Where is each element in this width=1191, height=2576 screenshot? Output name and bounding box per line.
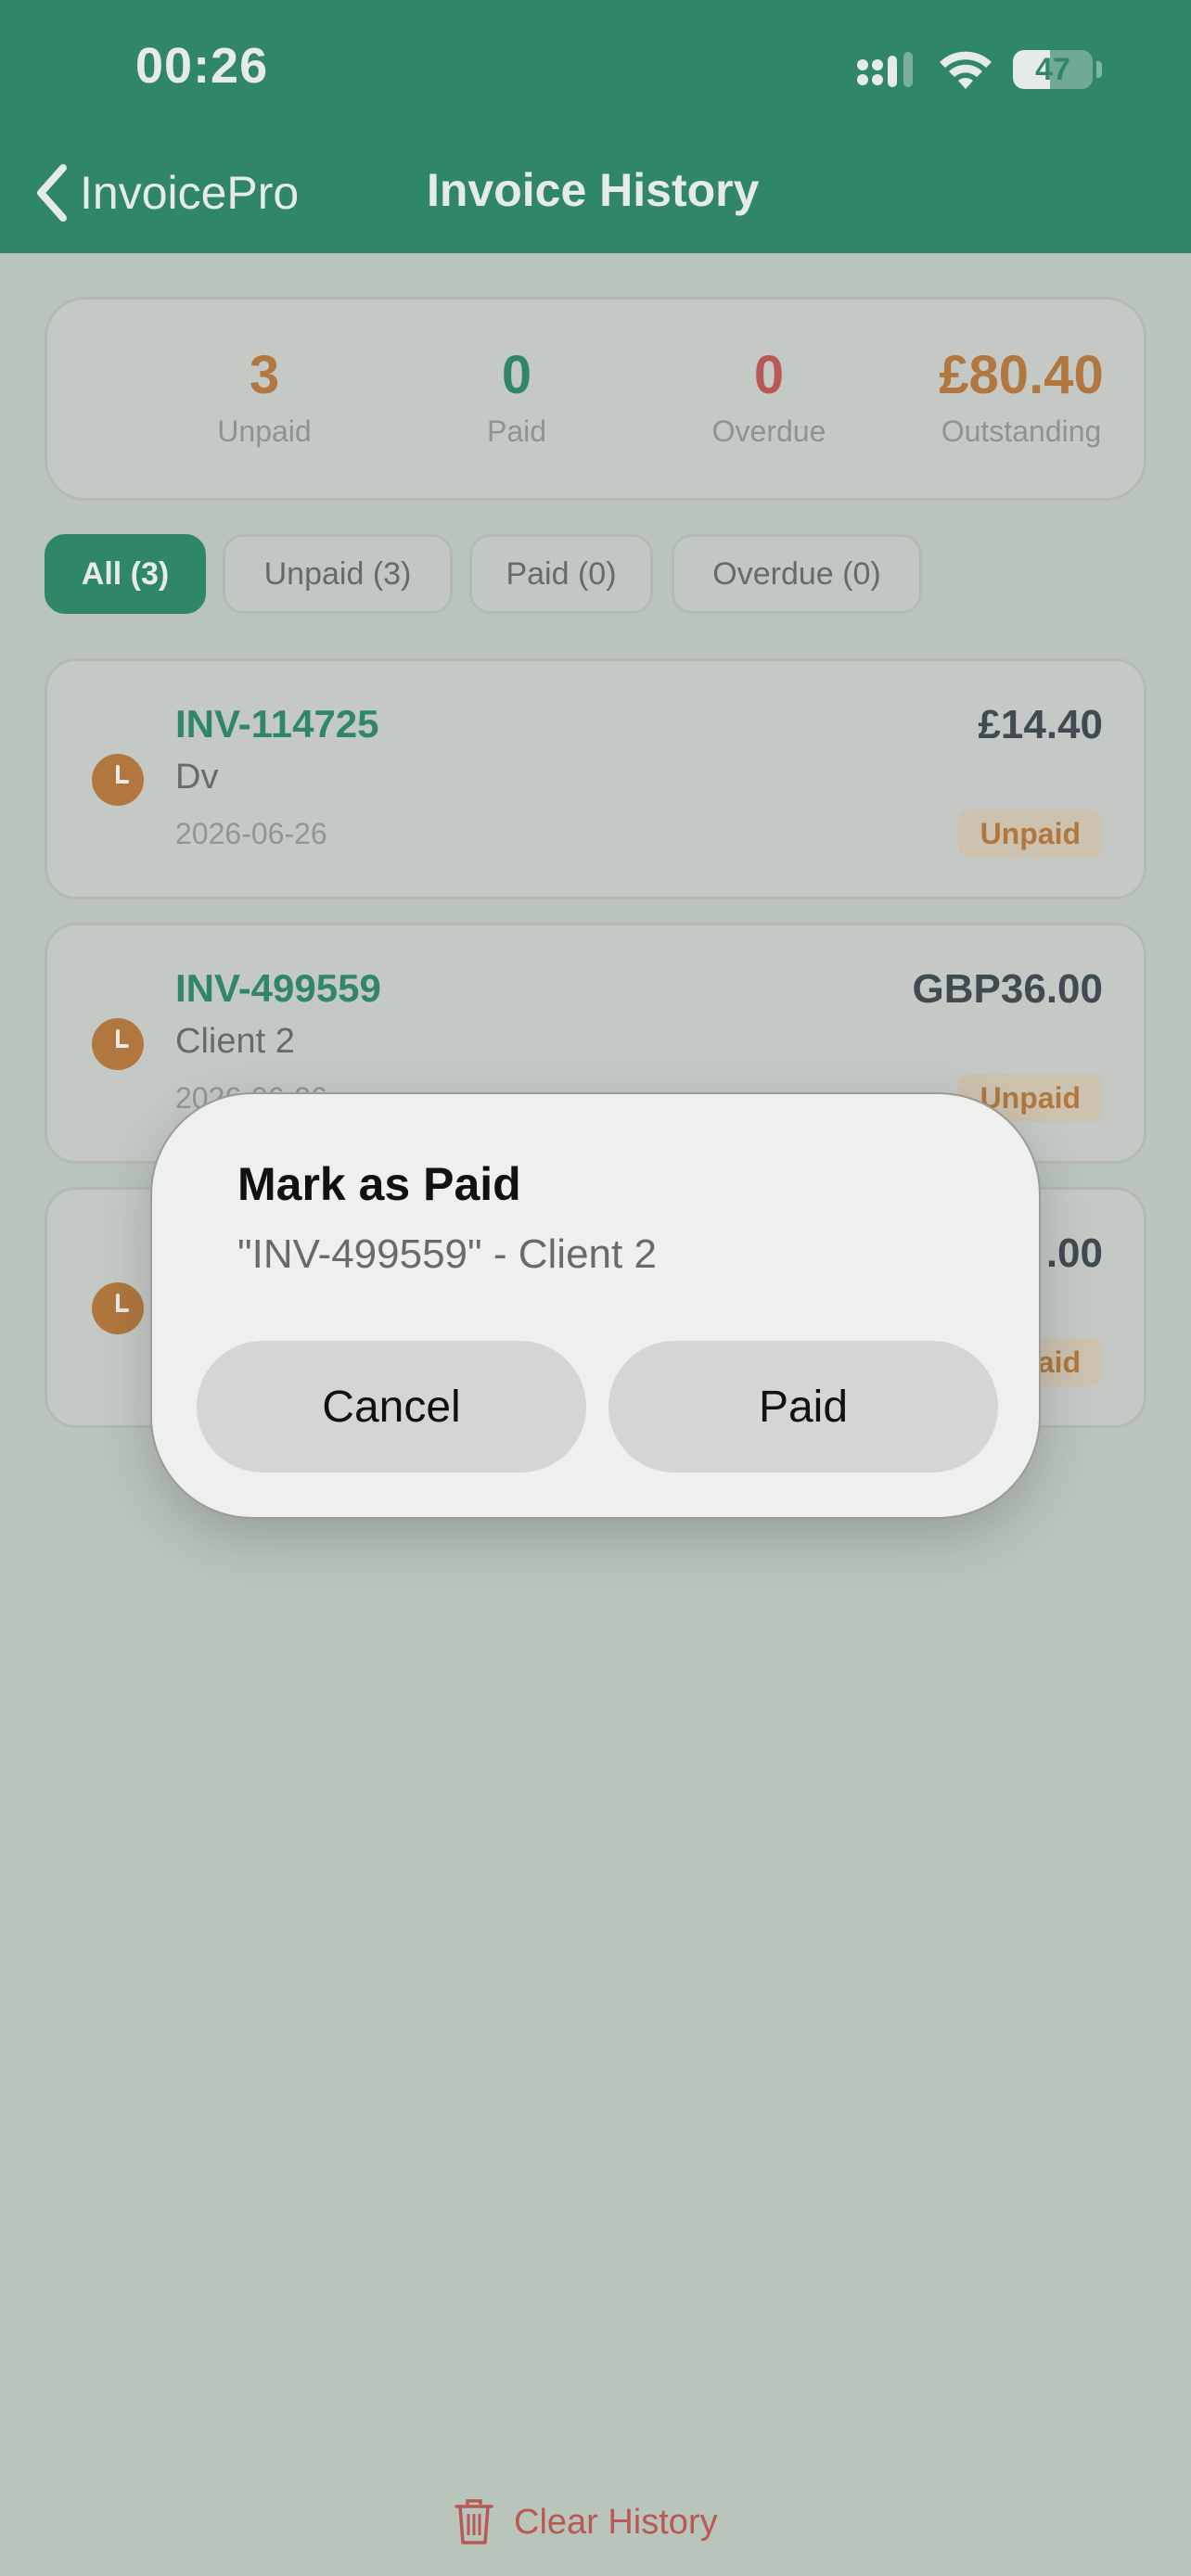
cancel-button[interactable]: Cancel: [197, 1341, 586, 1473]
dialog-title: Mark as Paid: [237, 1158, 521, 1210]
dialog-message: "INV-499559" - Client 2: [237, 1231, 657, 1277]
confirm-paid-button[interactable]: Paid: [608, 1341, 998, 1473]
mark-as-paid-dialog: Mark as Paid "INV-499559" - Client 2 Can…: [150, 1092, 1041, 1519]
